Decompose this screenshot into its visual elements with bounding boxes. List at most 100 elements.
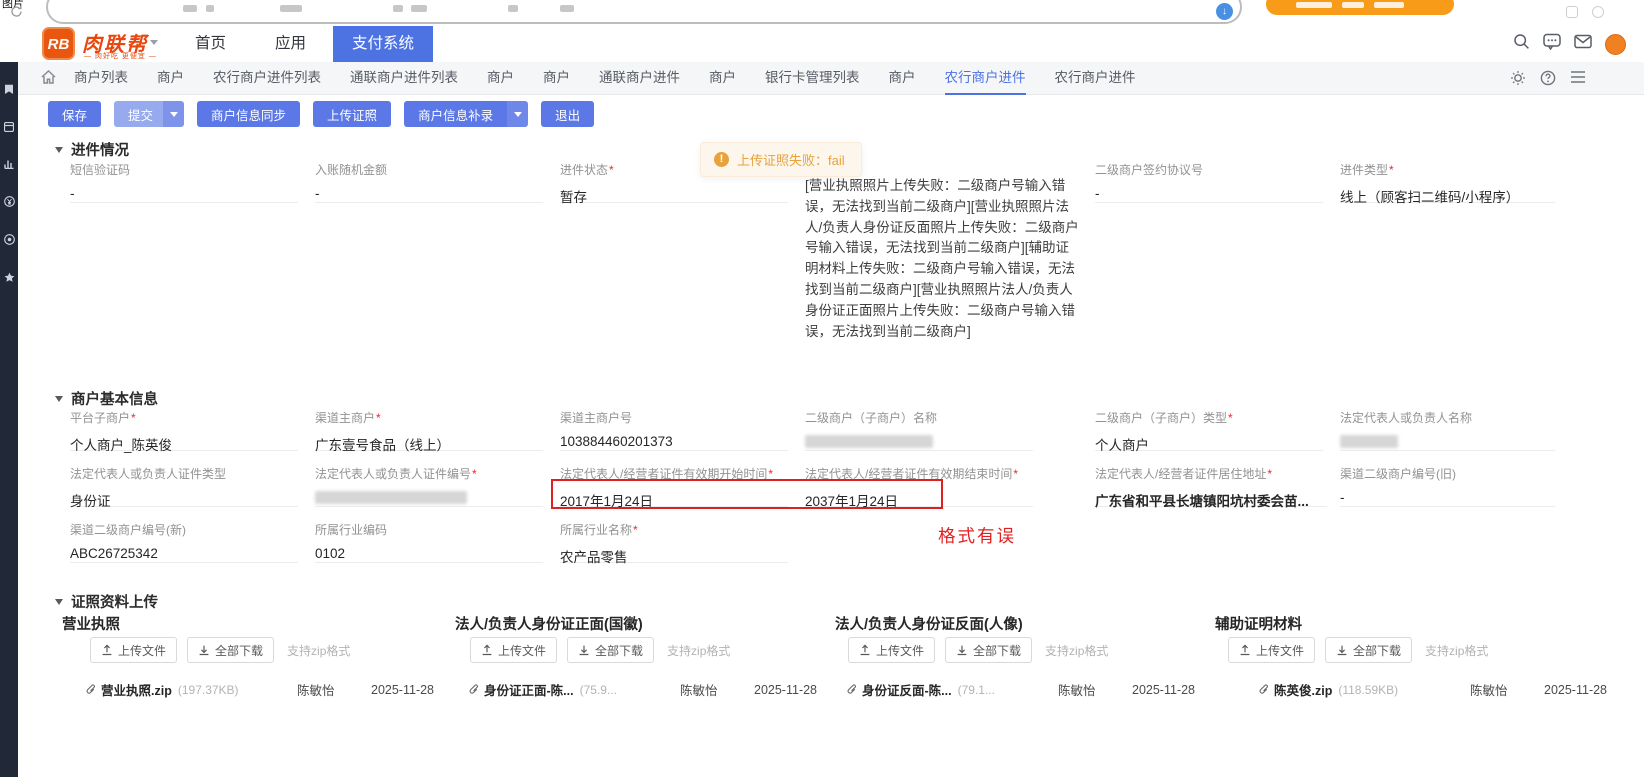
upload-file-label: 上传文件	[498, 642, 546, 659]
upload-file-button[interactable]: 上传文件	[90, 637, 177, 663]
file-size: (118.59KB)	[1338, 683, 1398, 697]
download-all-button[interactable]: 全部下载	[567, 637, 654, 663]
brand-logo[interactable]: RB	[42, 27, 75, 60]
file-row: 陈英俊.zip (118.59KB) 陈敏怡 2025-11-28	[1258, 680, 1607, 699]
field-label: 二级商户（子商户）名称	[805, 409, 1033, 426]
field-label: 所属行业名称	[560, 521, 788, 538]
save-button[interactable]: 保存	[48, 101, 101, 127]
file-link[interactable]: 营业执照.zip (197.37KB)	[85, 680, 297, 699]
file-link[interactable]: 身份证反面-陈... (79.1...	[846, 680, 1058, 699]
search-icon[interactable]	[1513, 33, 1530, 55]
rail-panel-icon[interactable]	[4, 122, 14, 132]
rail-coin-icon[interactable]	[4, 196, 15, 207]
browser-orange-pill[interactable]	[1266, 0, 1454, 15]
field-industry-code: 所属行业编码 0102	[315, 521, 543, 563]
file-row: 营业执照.zip (197.37KB) 陈敏怡 2025-11-28	[85, 680, 434, 699]
download-badge-icon[interactable]: ↓	[1216, 3, 1233, 20]
mail-icon[interactable]	[1574, 34, 1592, 54]
field-label: 渠道二级商户编号(旧)	[1340, 465, 1555, 482]
submit-split-button: 提交	[114, 101, 184, 127]
browser-profile-icon[interactable]	[1592, 6, 1604, 18]
tab-abc-intake-2[interactable]: 农行商户进件	[1055, 62, 1136, 95]
tab-merchant-3[interactable]: 商户	[543, 62, 570, 95]
field-random-amount: 入账随机金额 -	[315, 161, 543, 203]
nav-home[interactable]: 首页	[195, 26, 226, 62]
field-value: 广东省和平县长塘镇阳坑村委会苗...	[1095, 490, 1327, 510]
intake-error-text: [营业执照照片上传失败：二级商户号输入错误，无法找到当前二级商户][营业执照照片…	[805, 176, 1081, 342]
tabbar-icon-group	[1510, 70, 1586, 91]
section-merchant-info[interactable]: 商户基本信息	[55, 388, 158, 409]
help-icon[interactable]	[1540, 70, 1556, 91]
field-cert-type: 法定代表人或负责人证件类型 身份证	[70, 465, 298, 507]
address-text-blur	[508, 5, 518, 12]
pill-text-blur	[1296, 2, 1332, 8]
merchant-sync-button[interactable]: 商户信息同步	[197, 101, 300, 127]
tab-merchant-1[interactable]: 商户	[157, 62, 184, 95]
file-uploader: 陈敏怡	[1058, 680, 1120, 699]
refresh-icon[interactable]	[10, 5, 23, 23]
rail-star-icon[interactable]	[4, 272, 15, 283]
download-all-button[interactable]: 全部下载	[187, 637, 274, 663]
download-all-label: 全部下载	[215, 642, 263, 659]
tab-tl-intake[interactable]: 通联商户进件	[599, 62, 680, 95]
chevron-down-icon[interactable]	[150, 40, 158, 45]
tab-abc-intake-active[interactable]: 农行商户进件	[945, 62, 1026, 95]
address-text-blur	[393, 5, 403, 12]
upload-file-button[interactable]: 上传文件	[1228, 637, 1315, 663]
nav-payment-system[interactable]: 支付系统	[333, 26, 433, 62]
upload-file-button[interactable]: 上传文件	[848, 637, 935, 663]
field-label: 二级商户（子商户）类型	[1095, 409, 1323, 426]
collapse-caret-icon	[55, 396, 63, 402]
tab-abc-intake-list[interactable]: 农行商户进件列表	[213, 62, 321, 95]
upload-file-label: 上传文件	[1256, 642, 1304, 659]
section-intake[interactable]: 进件情况	[55, 139, 129, 160]
tab-merchant-4[interactable]: 商户	[709, 62, 736, 95]
upload-file-label: 上传文件	[118, 642, 166, 659]
browser-extension-icon[interactable]	[1566, 6, 1578, 18]
file-link[interactable]: 陈英俊.zip (118.59KB)	[1258, 680, 1470, 699]
section-cert-upload[interactable]: 证照资料上传	[55, 591, 158, 612]
submit-button[interactable]: 提交	[114, 101, 163, 127]
tab-merchant-list[interactable]: 商户列表	[74, 62, 128, 95]
field-label: 渠道二级商户编号(新)	[70, 521, 298, 538]
upload-cert-button[interactable]: 上传证照	[313, 101, 391, 127]
upload-file-button[interactable]: 上传文件	[470, 637, 557, 663]
section-merchant-title: 商户基本信息	[71, 388, 158, 409]
avatar[interactable]	[1605, 34, 1626, 55]
rail-bookmark-icon[interactable]	[4, 84, 14, 95]
warning-toast: 上传证照失败：fail	[700, 142, 862, 177]
pill-text-blur	[1374, 2, 1404, 8]
download-all-button[interactable]: 全部下载	[945, 637, 1032, 663]
tab-merchant-5[interactable]: 商户	[889, 62, 916, 95]
file-date: 2025-11-28	[754, 683, 817, 697]
menu-icon[interactable]	[1570, 70, 1586, 91]
tab-merchant-2[interactable]: 商户	[487, 62, 514, 95]
field-value: -	[1340, 490, 1555, 505]
tab-bankcard-list[interactable]: 银行卡管理列表	[765, 62, 860, 95]
rail-target-icon[interactable]	[4, 234, 15, 245]
field-label: 进件类型	[1340, 161, 1555, 178]
file-uploader: 陈敏怡	[297, 680, 359, 699]
home-icon[interactable]	[41, 70, 56, 89]
message-icon[interactable]	[1543, 33, 1561, 55]
supplement-button[interactable]: 商户信息补录	[404, 101, 507, 127]
field-value: 线上（顾客扫二维码/小程序）	[1340, 186, 1555, 206]
nav-apps[interactable]: 应用	[275, 26, 306, 62]
file-link[interactable]: 身份证正面-陈... (75.9...	[468, 680, 680, 699]
browser-address-bar[interactable]	[46, 0, 1242, 24]
tab-tl-intake-list[interactable]: 通联商户进件列表	[350, 62, 458, 95]
address-text-blur	[183, 5, 197, 12]
field-industry-name: 所属行业名称 农产品零售	[560, 521, 788, 563]
download-all-label: 全部下载	[1353, 642, 1401, 659]
rail-chart-icon[interactable]	[4, 159, 14, 169]
field-residence-address: 法定代表人/经营者证件居住地址 广东省和平县长塘镇阳坑村委会苗...	[1095, 465, 1327, 507]
paperclip-icon	[468, 684, 480, 696]
submit-caret-icon[interactable]	[163, 101, 184, 127]
brightness-icon[interactable]	[1510, 70, 1526, 91]
field-label: 渠道主商户号	[560, 409, 788, 426]
supplement-caret-icon[interactable]	[507, 101, 528, 127]
redacted-value	[1340, 435, 1398, 448]
header-icon-group	[1513, 33, 1626, 55]
exit-button[interactable]: 退出	[541, 101, 594, 127]
download-all-button[interactable]: 全部下载	[1325, 637, 1412, 663]
